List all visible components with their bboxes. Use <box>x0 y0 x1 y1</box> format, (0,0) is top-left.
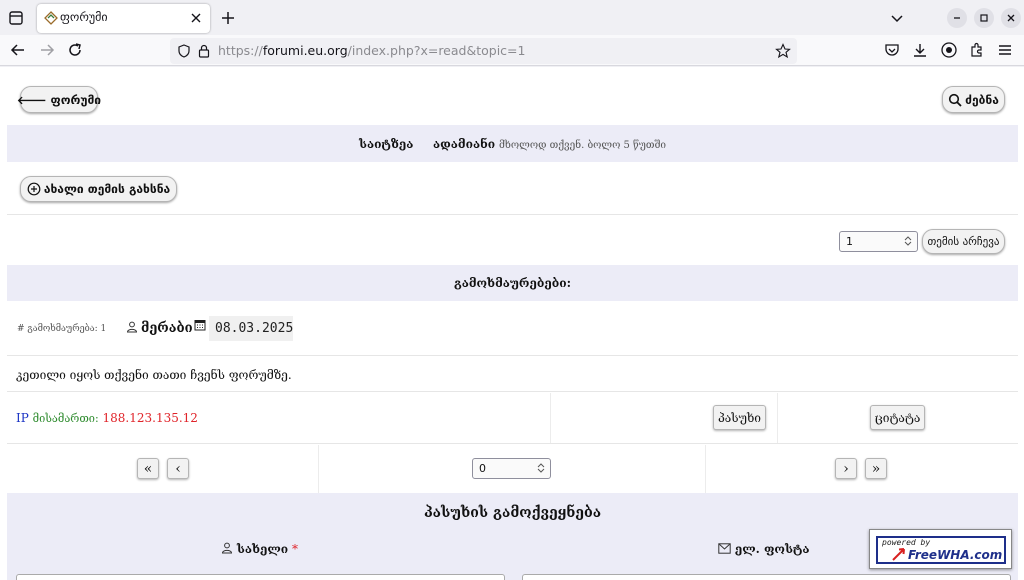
new-tab-icon[interactable] <box>218 8 238 28</box>
forum-favicon-icon <box>44 11 58 25</box>
powered-by-text: powered by <box>882 538 931 547</box>
search-button[interactable]: ძებნა <box>942 86 1005 113</box>
user-icon <box>126 321 138 333</box>
plus-circle-icon <box>27 182 41 196</box>
navigation-bar: https://forumi.eu.org/index.php?x=read&t… <box>0 35 1024 66</box>
page-number-select[interactable]: 0 <box>472 458 551 479</box>
reply-form-heading: პასუხის გამოქვეყნება <box>423 505 602 521</box>
minimize-icon <box>954 17 960 19</box>
extensions-icon[interactable] <box>968 41 986 59</box>
online-users-text: საიტზეა ადამიანი მხოლოდ თქვენ. ბოლო 5 წუ… <box>358 137 666 151</box>
restore-icon <box>980 14 988 22</box>
divider <box>7 443 1018 444</box>
previous-page-button[interactable]: ‹ <box>167 458 189 479</box>
calendar-icon <box>194 320 206 331</box>
post-date: 08.03.2025 <box>209 316 293 341</box>
shield-icon[interactable] <box>176 43 192 59</box>
back-to-forum-button[interactable]: 🡐 ფორუმი <box>16 86 101 113</box>
bookmark-star-icon[interactable] <box>775 43 791 59</box>
download-icon[interactable] <box>911 41 929 59</box>
arrow-logo-icon <box>892 548 905 561</box>
name-field-label: სახელი * <box>221 542 298 556</box>
powered-by-badge[interactable]: powered by FreeWHA.com <box>869 529 1012 569</box>
topic-number-select[interactable]: 1 <box>839 231 918 252</box>
double-chevron-left-icon: « <box>143 460 153 477</box>
search-icon <box>949 93 962 107</box>
close-window-button[interactable] <box>1001 8 1021 28</box>
name-input[interactable] <box>16 574 505 580</box>
choose-topic-button[interactable]: თემის არჩევა <box>922 229 1005 254</box>
online-users-band: საიტზეა ადამიანი მხოლოდ თქვენ. ბოლო 5 წუ… <box>7 125 1018 162</box>
divider <box>550 393 551 443</box>
divider <box>7 391 1018 392</box>
badge-frame: powered by FreeWHA.com <box>876 536 1006 564</box>
close-icon <box>1007 14 1015 22</box>
email-field-label: ელ. ფოსტა <box>718 542 809 556</box>
spinner-arrows-icon <box>537 463 545 473</box>
email-input[interactable] <box>522 574 1011 580</box>
new-topic-button[interactable]: ახალი თემის გახსნა <box>20 176 177 202</box>
double-chevron-right-icon: » <box>871 460 881 477</box>
ip-address-line: IP მისამართი: 188.123.135.12 <box>16 411 198 425</box>
back-arrow-icon[interactable] <box>9 41 27 59</box>
divider <box>777 393 778 443</box>
tab-title: ფორუმი <box>60 10 108 24</box>
maximize-button[interactable] <box>974 8 994 28</box>
divider <box>318 445 319 493</box>
last-page-button[interactable]: » <box>865 458 887 479</box>
divider <box>7 355 1018 356</box>
chevron-down-icon[interactable] <box>887 8 907 28</box>
envelope-icon <box>718 543 731 554</box>
chevron-right-icon: › <box>843 460 849 477</box>
lock-icon[interactable] <box>197 43 211 59</box>
address-bar[interactable]: https://forumi.eu.org/index.php?x=read&t… <box>170 38 797 64</box>
post-message: კეთილი იყოს თქვენი თათი ჩვენს ფორუმზე. <box>16 368 292 382</box>
tab-list-icon[interactable] <box>6 8 26 28</box>
tab-bar: ფორუმი <box>0 0 1024 35</box>
web-page: 🡐 ფორუმი ძებნა საიტზეა ადამიანი მხოლოდ თ… <box>0 67 1024 580</box>
menu-icon[interactable] <box>996 41 1014 59</box>
post-author[interactable]: მერაბი <box>141 321 193 336</box>
chevron-left-icon: ‹ <box>175 460 181 477</box>
url-text: https://forumi.eu.org/index.php?x=read&t… <box>218 43 526 58</box>
browser-tab[interactable]: ფორუმი <box>37 4 210 33</box>
next-page-button[interactable]: › <box>835 458 857 479</box>
divider <box>705 445 706 493</box>
forward-arrow-icon[interactable] <box>38 41 56 59</box>
left-arrow-icon: 🡐 <box>16 93 47 107</box>
user-icon <box>221 542 233 554</box>
replies-heading-band: გამოხმაურებები: <box>7 265 1018 301</box>
reply-button[interactable]: პასუხი <box>713 405 766 430</box>
minimize-button[interactable] <box>947 8 967 28</box>
forum-content: 🡐 ფორუმი ძებნა საიტზეა ადამიანი მხოლოდ თ… <box>7 67 1018 580</box>
close-tab-icon[interactable] <box>188 10 204 26</box>
freewha-brand: FreeWHA.com <box>908 548 1003 562</box>
account-icon[interactable] <box>940 41 958 59</box>
reload-icon[interactable] <box>66 41 84 59</box>
divider <box>7 214 1018 215</box>
spinner-arrows-icon <box>904 236 912 246</box>
reply-form-band: პასუხის გამოქვეყნება სახელი * ელ. ფოსტა <box>7 493 1018 580</box>
post-number: # გამოხმაურება: 1 <box>17 324 107 334</box>
first-page-button[interactable]: « <box>137 458 159 479</box>
quote-button[interactable]: ციტატა <box>870 405 925 430</box>
replies-heading: გამოხმაურებები: <box>453 276 571 290</box>
pocket-icon[interactable] <box>883 41 901 59</box>
